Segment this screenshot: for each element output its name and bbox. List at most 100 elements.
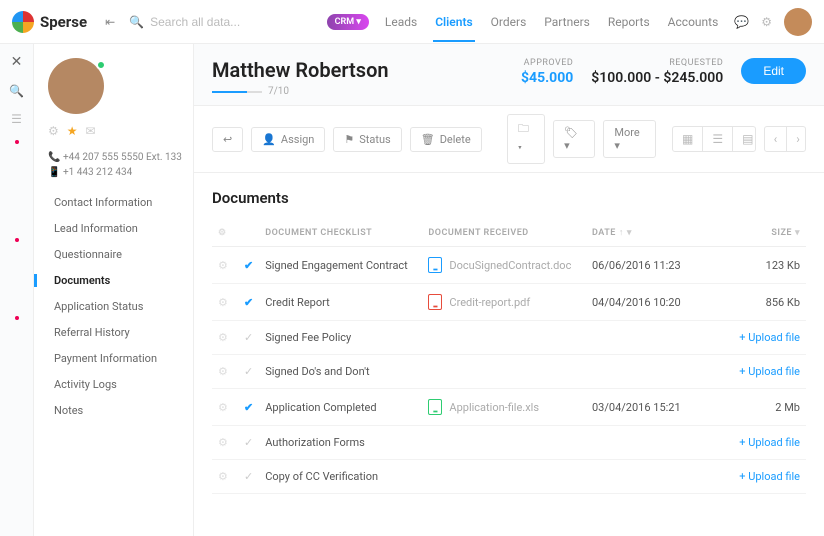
rail-indicator-icon: [15, 140, 19, 144]
row-gear-icon[interactable]: ⚙: [218, 259, 228, 272]
checklist-name: Signed Engagement Contract: [259, 247, 422, 284]
sidebar-item-contact-information[interactable]: Contact Information: [48, 196, 183, 209]
top-nav: CRM ▾ Leads Clients Orders Partners Repo…: [327, 3, 721, 41]
client-header: Matthew Robertson 7/10 APPROVED $45.000 …: [194, 44, 824, 105]
upload-file-link[interactable]: + Upload file: [739, 470, 800, 483]
upload-file-link[interactable]: + Upload file: [739, 436, 800, 449]
col-gear: ⚙: [212, 219, 238, 247]
user-avatar[interactable]: [784, 8, 812, 36]
collapse-menu-icon[interactable]: ⇤: [105, 15, 115, 29]
table-row[interactable]: ⚙ ✓ Authorization Forms + Upload file: [212, 426, 806, 460]
nav-accounts[interactable]: Accounts: [666, 3, 721, 41]
file-name: DocuSignedContract.doc: [449, 259, 571, 272]
logo-icon: [12, 11, 34, 33]
table-row[interactable]: ⚙✔Signed Engagement Contract▂DocuSignedC…: [212, 247, 806, 284]
nav-leads[interactable]: Leads: [383, 3, 419, 41]
next-button[interactable]: ›: [787, 127, 806, 151]
sidebar-item-payment-information[interactable]: Payment Information: [48, 352, 183, 365]
row-gear-icon[interactable]: ⚙: [218, 401, 228, 414]
tag-button[interactable]: 🏷 ▾: [553, 120, 595, 158]
upload-file-link[interactable]: + Upload file: [739, 331, 800, 344]
prev-button[interactable]: ‹: [765, 127, 788, 151]
file-size: 2 Mb: [775, 401, 800, 414]
star-icon[interactable]: ★: [67, 124, 78, 138]
more-button[interactable]: More ▾: [603, 120, 656, 158]
filter-icon: ▾: [795, 228, 800, 238]
sidebar-item-notes[interactable]: Notes: [48, 404, 183, 417]
approved-value: $45.000: [521, 70, 573, 86]
rail-indicator-icon: [15, 238, 19, 242]
row-gear-icon[interactable]: ⚙: [218, 470, 228, 483]
sidebar-item-questionnaire[interactable]: Questionnaire: [48, 248, 183, 261]
file-size: 856 Kb: [766, 296, 800, 309]
file-date: [586, 460, 716, 494]
sidebar-item-application-status[interactable]: Application Status: [48, 300, 183, 313]
view-calendar-icon[interactable]: ▤: [733, 127, 756, 151]
back-button[interactable]: ↩: [212, 127, 243, 152]
global-search[interactable]: 🔍: [129, 15, 327, 29]
table-row[interactable]: ⚙✔Application Completed▂Application-file…: [212, 389, 806, 426]
check-icon: ✓: [244, 331, 253, 344]
col-received[interactable]: DOCUMENT RECEIVED: [422, 219, 586, 247]
checklist-name: Authorization Forms: [259, 426, 422, 460]
favorite-gear-icon[interactable]: ⚙: [48, 124, 59, 138]
file-date: [586, 355, 716, 389]
sidebar-item-activity-logs[interactable]: Activity Logs: [48, 378, 183, 391]
nav-orders[interactable]: Orders: [489, 3, 529, 41]
view-filter-icon[interactable]: ☰: [703, 127, 733, 151]
settings-icon[interactable]: ⚙: [761, 15, 772, 29]
file-date: [586, 426, 716, 460]
document-file[interactable]: ▂Application-file.xls: [428, 399, 580, 415]
table-row[interactable]: ⚙✔Credit Report▂Credit-report.pdf04/04/2…: [212, 284, 806, 321]
document-file[interactable]: ▂ DocuSignedContract.doc: [428, 257, 580, 273]
progress-text: 7/10: [268, 86, 289, 97]
sidebar-item-documents[interactable]: Documents: [34, 274, 183, 287]
row-gear-icon[interactable]: ⚙: [218, 296, 228, 309]
check-icon: ✓: [244, 470, 253, 483]
client-name: Matthew Robertson: [212, 58, 503, 82]
sidebar-item-referral-history[interactable]: Referral History: [48, 326, 183, 339]
upload-file-link[interactable]: + Upload file: [739, 365, 800, 378]
folder-button[interactable]: 🗀 ▾: [507, 114, 545, 164]
crm-pill[interactable]: CRM ▾: [327, 14, 369, 30]
assign-button[interactable]: 👤Assign: [251, 127, 325, 152]
check-icon: ✓: [244, 436, 253, 449]
search-input[interactable]: [150, 15, 310, 29]
nav-clients[interactable]: Clients: [433, 3, 474, 41]
edit-button[interactable]: Edit: [741, 58, 806, 84]
brand-logo[interactable]: Sperse: [12, 11, 87, 33]
view-grid-icon[interactable]: ▦: [673, 127, 703, 151]
table-row[interactable]: ⚙✓Copy of CC Verification+ Upload file: [212, 460, 806, 494]
table-row[interactable]: ⚙✓Signed Fee Policy+ Upload file: [212, 321, 806, 355]
checklist-name: Credit Report: [259, 284, 422, 321]
mail-icon[interactable]: ✉: [86, 124, 96, 138]
rail-filter-icon[interactable]: ☰: [11, 112, 22, 126]
nav-reports[interactable]: Reports: [606, 3, 652, 41]
search-icon: 🔍: [129, 15, 144, 29]
close-icon[interactable]: ✕: [11, 54, 23, 70]
row-gear-icon[interactable]: ⚙: [218, 436, 228, 449]
col-date[interactable]: DATE↑▾: [586, 219, 716, 247]
nav-partners[interactable]: Partners: [542, 3, 592, 41]
requested-value: $100.000 - $245.000: [591, 70, 723, 86]
file-icon: ▂: [428, 257, 442, 273]
file-date: 06/06/2016 11:23: [586, 247, 716, 284]
check-icon: ✓: [244, 365, 253, 378]
col-checklist[interactable]: DOCUMENT CHECKLIST: [259, 219, 422, 247]
table-row[interactable]: ⚙✓Signed Do's and Don't+ Upload file: [212, 355, 806, 389]
status-button[interactable]: ⚑Status: [333, 127, 401, 152]
document-file[interactable]: ▂Credit-report.pdf: [428, 294, 580, 310]
sidebar-item-lead-information[interactable]: Lead Information: [48, 222, 183, 235]
chat-icon[interactable]: 💬: [734, 15, 749, 29]
approved-label: APPROVED: [521, 58, 573, 68]
col-size[interactable]: SIZE▾: [716, 219, 806, 247]
client-avatar[interactable]: [48, 58, 104, 114]
file-name: Credit-report.pdf: [449, 296, 530, 309]
row-gear-icon[interactable]: ⚙: [218, 365, 228, 378]
file-date: 03/04/2016 15:21: [586, 389, 716, 426]
rail-search-icon[interactable]: 🔍: [9, 84, 24, 98]
row-gear-icon[interactable]: ⚙: [218, 331, 228, 344]
documents-table: ⚙ DOCUMENT CHECKLIST DOCUMENT RECEIVED D…: [212, 219, 806, 494]
check-icon: ✔: [244, 296, 253, 309]
delete-button[interactable]: 🗑Delete: [410, 127, 482, 152]
